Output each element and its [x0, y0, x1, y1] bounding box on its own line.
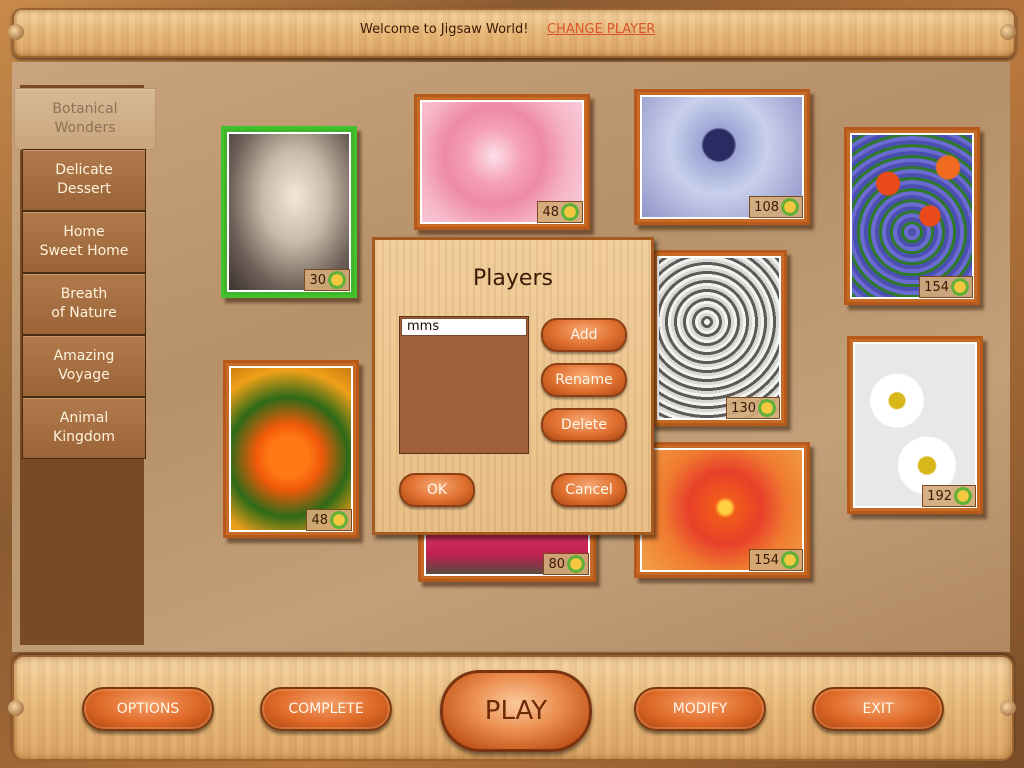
- sidebar-item-label: Botanical Wonders: [52, 101, 118, 136]
- sidebar-item-animal-kingdom[interactable]: Animal Kingdom: [22, 397, 146, 459]
- puzzle-card-gypsophila[interactable]: 130: [651, 250, 787, 426]
- puzzle-piece-icon: [781, 198, 799, 216]
- puzzle-piece-icon: [954, 487, 972, 505]
- piece-count-badge: 154: [919, 276, 973, 298]
- puzzle-thumbnail: [853, 342, 977, 508]
- sidebar-item-botanical-wonders[interactable]: Botanical Wonders: [14, 88, 156, 150]
- puzzle-card-tulips[interactable]: 154: [844, 127, 980, 305]
- play-button[interactable]: PLAY: [440, 670, 592, 752]
- puzzle-card-daisies[interactable]: 192: [847, 336, 983, 514]
- exit-button[interactable]: EXIT: [812, 687, 944, 731]
- stud-icon: [8, 24, 24, 40]
- piece-count-badge: 108: [749, 196, 803, 218]
- puzzle-piece-icon: [561, 203, 579, 221]
- sidebar-item-label: Animal Kingdom: [53, 410, 115, 445]
- sidebar-item-home-sweet-home[interactable]: Home Sweet Home: [22, 211, 146, 273]
- piece-count: 48: [311, 512, 328, 528]
- stud-icon: [1000, 700, 1016, 716]
- add-button[interactable]: Add: [541, 318, 627, 352]
- piece-count: 154: [924, 279, 949, 295]
- stud-icon: [1000, 24, 1016, 40]
- piece-count: 154: [754, 552, 779, 568]
- complete-button[interactable]: COMPLETE: [260, 687, 392, 731]
- welcome-text: Welcome to Jigsaw World!: [360, 22, 529, 37]
- rename-button[interactable]: Rename: [541, 363, 627, 397]
- puzzle-card-orange-rose[interactable]: 48: [223, 360, 359, 538]
- stud-icon: [8, 700, 24, 716]
- puzzle-card-dahlia[interactable]: 154: [634, 442, 810, 578]
- delete-button[interactable]: Delete: [541, 408, 627, 442]
- piece-count: 108: [754, 199, 779, 215]
- cancel-button[interactable]: Cancel: [551, 473, 627, 507]
- player-list[interactable]: mms: [399, 316, 529, 454]
- puzzle-piece-icon: [951, 278, 969, 296]
- puzzle-thumbnail: [850, 133, 974, 299]
- piece-count-badge: 192: [922, 485, 976, 507]
- puzzle-piece-icon: [758, 399, 776, 417]
- puzzle-thumbnail: [657, 256, 781, 420]
- ok-button[interactable]: OK: [399, 473, 475, 507]
- puzzle-card-candles[interactable]: 30: [221, 126, 357, 298]
- sidebar-item-label: Amazing Voyage: [53, 348, 115, 383]
- list-item[interactable]: mms: [401, 318, 527, 336]
- sidebar-item-breath-of-nature[interactable]: Breath of Nature: [22, 273, 146, 335]
- puzzle-card-pink-rose[interactable]: 48: [414, 94, 590, 230]
- puzzle-piece-icon: [567, 555, 585, 573]
- sidebar-item-label: Breath of Nature: [51, 286, 117, 321]
- piece-count: 192: [927, 488, 952, 504]
- piece-count-badge: 30: [304, 269, 350, 291]
- piece-count: 48: [542, 204, 559, 220]
- piece-count-badge: 80: [543, 553, 589, 575]
- piece-count-badge: 48: [306, 509, 352, 531]
- piece-count: 130: [731, 400, 756, 416]
- puzzle-piece-icon: [328, 271, 346, 289]
- change-player-link[interactable]: CHANGE PLAYER: [547, 22, 655, 37]
- piece-count-badge: 130: [726, 397, 780, 419]
- piece-count-badge: 154: [749, 549, 803, 571]
- piece-count-badge: 48: [537, 201, 583, 223]
- sidebar-item-label: Delicate Dessert: [55, 162, 113, 197]
- puzzle-thumbnail: [229, 366, 353, 532]
- options-button[interactable]: OPTIONS: [82, 687, 214, 731]
- sidebar-item-amazing-voyage[interactable]: Amazing Voyage: [22, 335, 146, 397]
- puzzle-piece-icon: [330, 511, 348, 529]
- sidebar-item-label: Home Sweet Home: [39, 224, 129, 259]
- players-dialog: Players mms Add Rename Delete OK Cancel: [372, 237, 654, 535]
- puzzle-piece-icon: [781, 551, 799, 569]
- dialog-title: Players: [473, 266, 553, 291]
- piece-count: 30: [309, 272, 326, 288]
- puzzle-thumbnail: [227, 132, 351, 292]
- piece-count: 80: [548, 556, 565, 572]
- modify-button[interactable]: MODIFY: [634, 687, 766, 731]
- sidebar-item-delicate-dessert[interactable]: Delicate Dessert: [22, 149, 146, 211]
- puzzle-card-eryngium[interactable]: 108: [634, 89, 810, 225]
